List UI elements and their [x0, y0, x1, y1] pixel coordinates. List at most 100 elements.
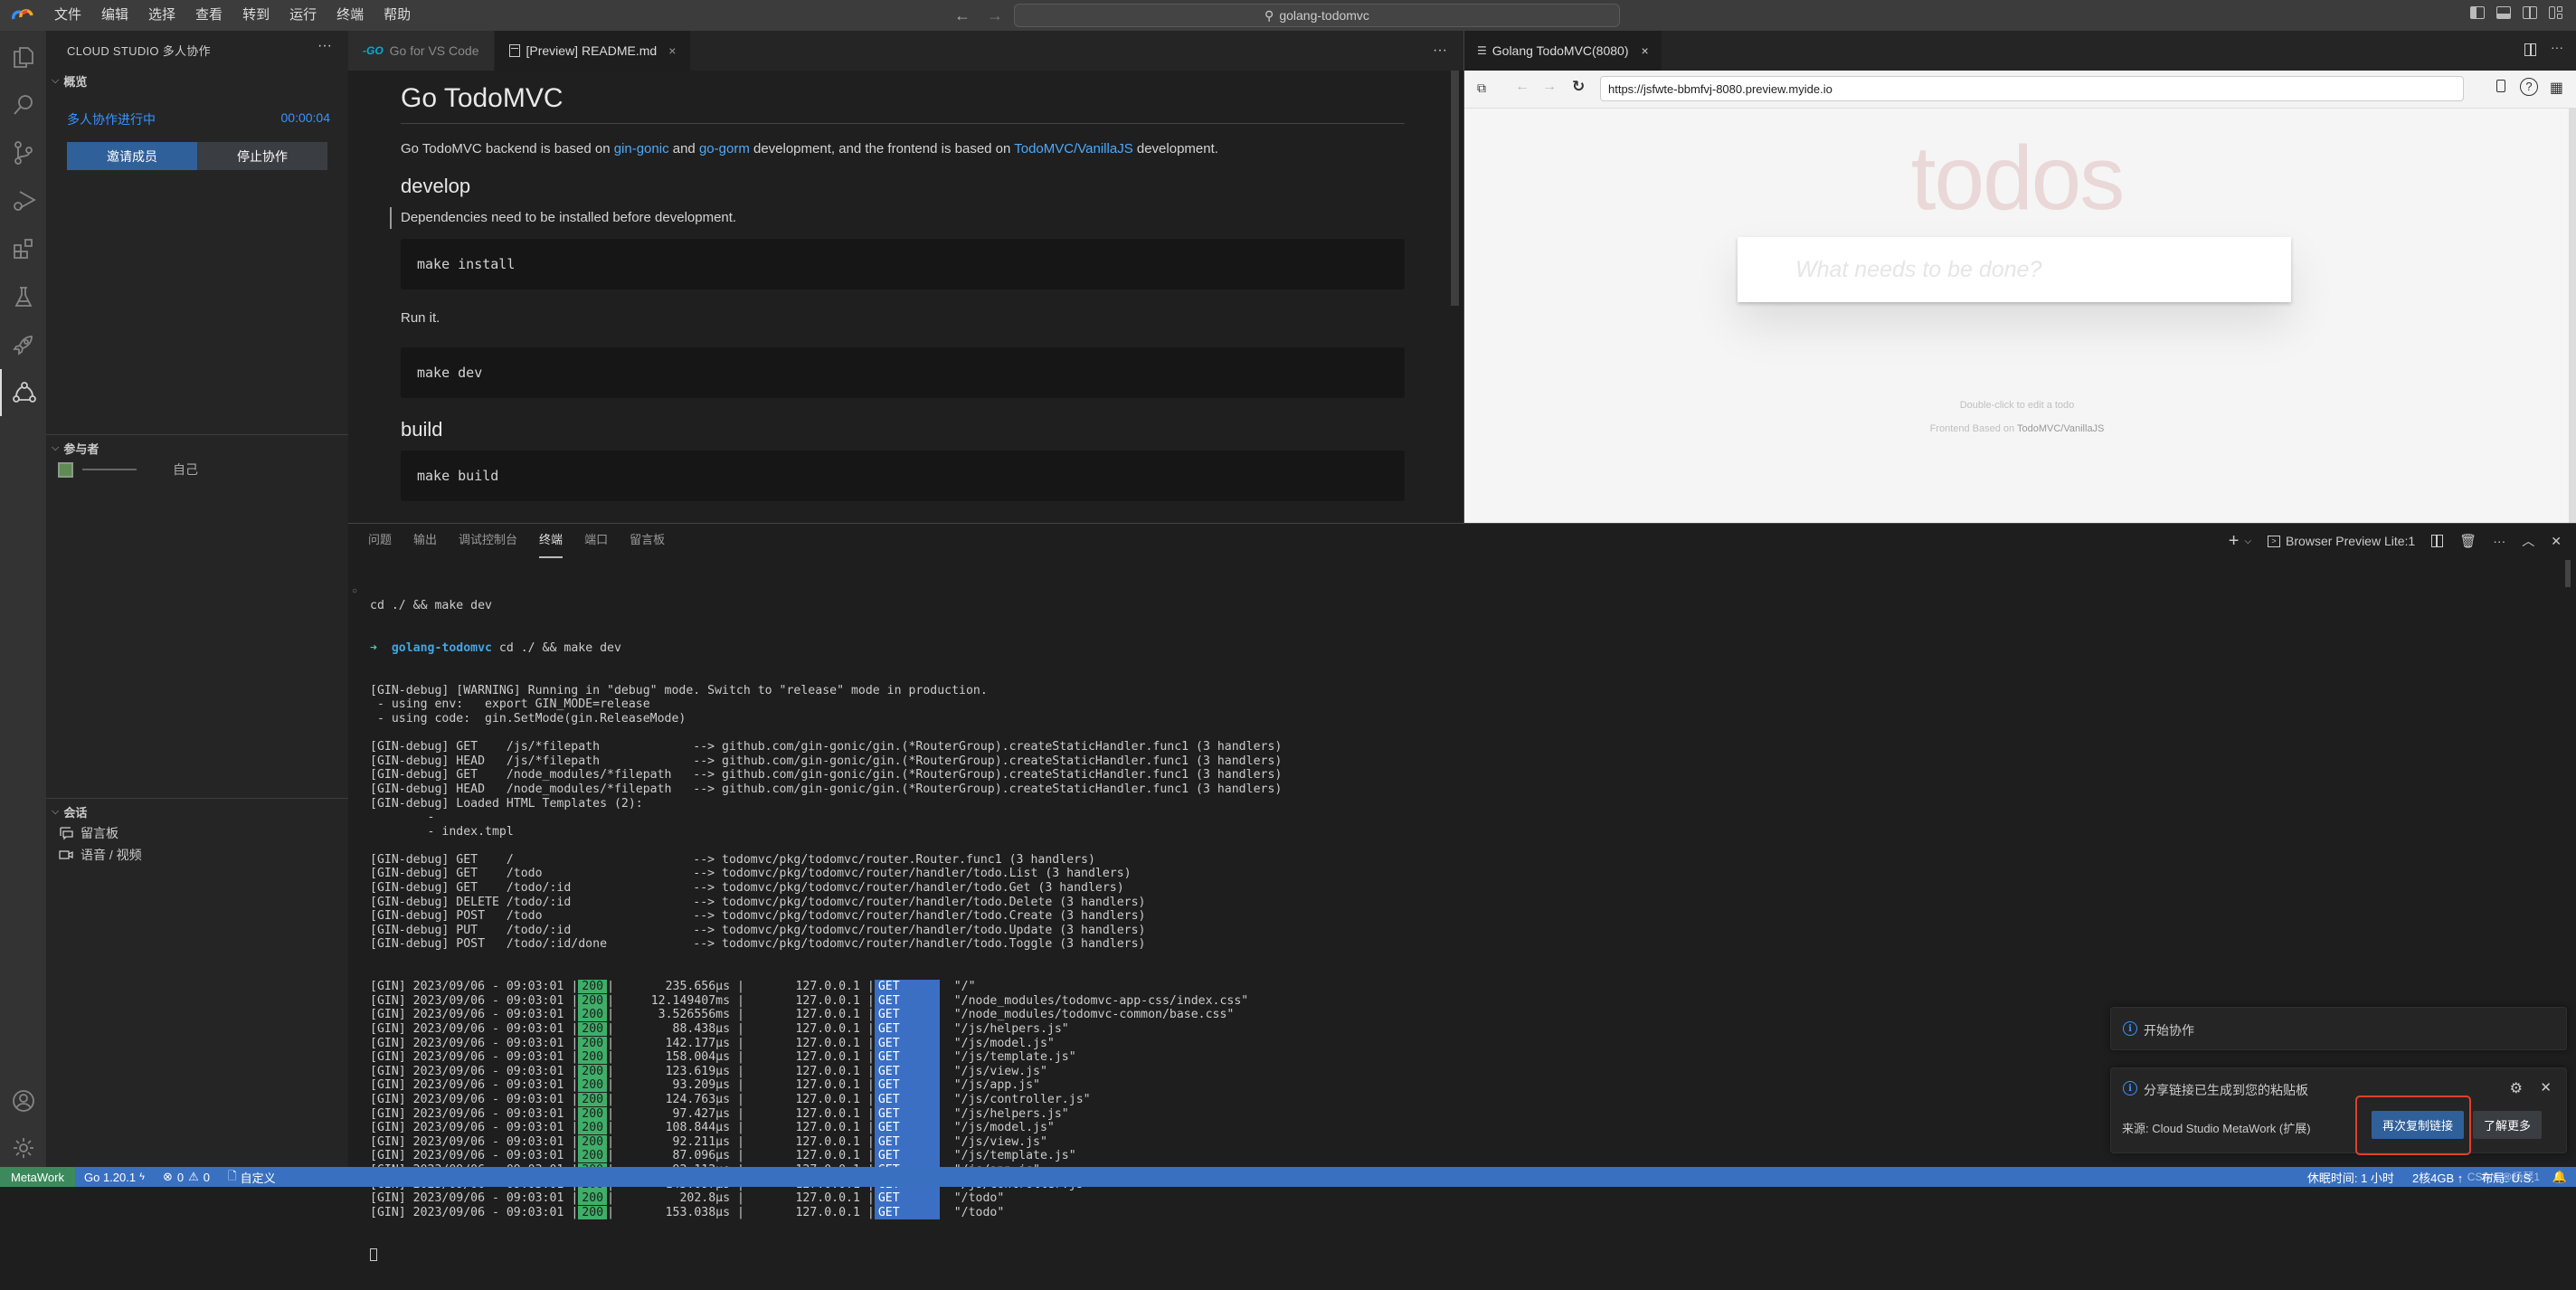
- close-icon[interactable]: ×: [668, 43, 676, 58]
- link-go-gorm[interactable]: go-gorm: [699, 141, 750, 157]
- forward-arrow-icon[interactable]: →: [987, 6, 1003, 25]
- trash-icon[interactable]: 🗑: [2459, 533, 2477, 549]
- tab-readme-preview[interactable]: [Preview] README.md ×: [494, 31, 692, 71]
- http-method-badge: GET: [874, 1106, 940, 1122]
- terminal-request-line: [GIN] 2023/09/06 - 09:03:01 | 200 | 142.177…: [370, 1036, 1055, 1051]
- panel-tab-problems[interactable]: 问题: [368, 524, 392, 558]
- back-icon[interactable]: ←: [1515, 79, 1530, 95]
- customize-layout-icon[interactable]: [2549, 6, 2563, 19]
- device-toggle-icon[interactable]: [2496, 80, 2505, 92]
- source-control-icon[interactable]: [0, 129, 46, 176]
- stop-collab-button[interactable]: 停止协作: [197, 142, 327, 170]
- qr-code-icon[interactable]: ▦: [2550, 79, 2563, 97]
- notification-settings-gear-icon[interactable]: ⚙: [2510, 1079, 2523, 1097]
- menu-help[interactable]: 帮助: [374, 0, 421, 31]
- panel-tab-terminal[interactable]: 终端: [539, 524, 564, 558]
- back-arrow-icon[interactable]: ←: [954, 6, 971, 25]
- menu-go[interactable]: 转到: [233, 0, 280, 31]
- status-code-badge: 200: [578, 1078, 608, 1093]
- toggle-primary-sidebar-icon[interactable]: [2470, 6, 2485, 19]
- new-todo-input[interactable]: What needs to be done?: [1738, 237, 2291, 302]
- explorer-icon[interactable]: [0, 33, 46, 81]
- notifications-bell-icon[interactable]: 🔔: [2543, 1167, 2576, 1187]
- menu-file[interactable]: 文件: [45, 0, 92, 31]
- account-icon[interactable]: [0, 1077, 46, 1124]
- more-actions-icon[interactable]: ···: [2493, 534, 2505, 548]
- chevron-down-icon: ⌵: [52, 806, 60, 817]
- session-item-video[interactable]: 语音 / 视频: [59, 845, 142, 865]
- resources[interactable]: 2核4GB ↑: [2403, 1167, 2472, 1187]
- new-terminal-icon[interactable]: +: [2229, 531, 2240, 552]
- status-code-badge: 200: [578, 1121, 608, 1135]
- problems-indicator[interactable]: ⊗ 0 ⚠ 0: [154, 1167, 219, 1187]
- menu-view[interactable]: 查看: [186, 0, 233, 31]
- footer-link[interactable]: TodoMVC/VanillaJS: [2017, 423, 2104, 434]
- panel-tab-debug-console[interactable]: 调试控制台: [459, 524, 517, 558]
- request-path: "/js/helpers.js": [953, 1106, 1069, 1121]
- run-debug-icon[interactable]: [0, 177, 46, 224]
- split-terminal-icon[interactable]: [2431, 535, 2444, 547]
- help-icon[interactable]: ?: [2520, 78, 2538, 96]
- request-latency: 235.656µs: [665, 980, 731, 994]
- collaboration-icon[interactable]: [0, 369, 46, 416]
- panel-tab-output[interactable]: 输出: [413, 524, 437, 558]
- request-timestamp: 2023/09/06 - 09:03:01: [412, 1022, 564, 1036]
- go-version[interactable]: Go 1.20.1 ϟ: [75, 1167, 154, 1187]
- remote-indicator[interactable]: MetaWork: [0, 1167, 75, 1187]
- menu-run[interactable]: 运行: [280, 0, 327, 31]
- open-external-icon[interactable]: ⧉: [1477, 81, 1486, 96]
- preview-more-actions[interactable]: ···: [2551, 40, 2563, 54]
- section-participants-header[interactable]: ⌵ 参与者: [52, 440, 99, 457]
- deploy-rocket-icon[interactable]: [0, 321, 46, 368]
- settings-gear-icon[interactable]: [0, 1124, 46, 1171]
- sleep-time[interactable]: 休眠时间: 1 小时: [2298, 1167, 2403, 1187]
- participant-item[interactable]: 自己: [58, 460, 334, 479]
- request-timestamp: 2023/09/06 - 09:03:01: [412, 980, 564, 994]
- request-path: "/js/view.js": [953, 1134, 1047, 1149]
- link-todomvc-vanillajs[interactable]: TodoMVC/VanillaJS: [1014, 141, 1132, 157]
- toggle-secondary-sidebar-icon[interactable]: [2523, 6, 2537, 19]
- split-editor-icon[interactable]: [2524, 43, 2536, 56]
- request-latency: 153.038µs: [665, 1205, 731, 1219]
- maximize-panel-icon[interactable]: ︿: [2522, 532, 2534, 550]
- preview-url-input[interactable]: https://jsfwte-bbmfvj-8080.preview.myide…: [1600, 76, 2464, 101]
- tab-golang-todomvc[interactable]: ☰ Golang TodoMVC(8080) ×: [1464, 31, 1662, 71]
- http-method-badge: GET: [874, 1121, 940, 1135]
- menu-selection[interactable]: 选择: [139, 0, 186, 31]
- search-icon[interactable]: [0, 81, 46, 128]
- http-method-badge: GET: [874, 1149, 940, 1163]
- preview-scrollbar[interactable]: [2569, 109, 2576, 523]
- testing-flask-icon[interactable]: [0, 273, 46, 320]
- tab-go-for-vscode[interactable]: -GO Go for VS Code: [348, 31, 495, 71]
- extensions-icon[interactable]: [0, 225, 46, 272]
- invite-members-button[interactable]: 邀请成员: [67, 142, 197, 170]
- custom-indicator[interactable]: 🗋 自定义: [219, 1167, 285, 1187]
- request-timestamp: 2023/09/06 - 09:03:01: [412, 1092, 564, 1106]
- menu-edit[interactable]: 编辑: [92, 0, 139, 31]
- notification-close-icon[interactable]: ✕: [2540, 1079, 2552, 1096]
- learn-more-button[interactable]: 了解更多: [2473, 1111, 2542, 1139]
- panel-tab-board[interactable]: 留言板: [630, 524, 665, 558]
- command-center-search[interactable]: ⚲ golang-todomvc: [1014, 4, 1620, 27]
- editor-more-actions[interactable]: ···: [1416, 31, 1463, 71]
- link-gin-gonic[interactable]: gin-gonic: [614, 141, 669, 157]
- terminal-instance[interactable]: > Browser Preview Lite:1: [2268, 534, 2415, 548]
- close-panel-icon[interactable]: ✕: [2551, 534, 2562, 549]
- markdown-scrollbar[interactable]: [1451, 71, 1459, 306]
- toggle-panel-icon[interactable]: [2496, 6, 2511, 19]
- close-icon[interactable]: ×: [1641, 43, 1648, 58]
- session-item-board[interactable]: 留言板: [59, 823, 118, 843]
- terminal-scrollbar[interactable]: [2565, 560, 2571, 587]
- section-session-header[interactable]: ⌵ 会话: [52, 803, 87, 820]
- terminal-decoration-icon: ○: [352, 586, 358, 596]
- more-actions-icon[interactable]: ···: [317, 38, 332, 54]
- terminal-request-line: [GIN] 2023/09/06 - 09:03:01 | 200 | 3.52655…: [370, 1008, 1235, 1022]
- chevron-down-icon[interactable]: ⌵: [2244, 536, 2251, 546]
- forward-icon[interactable]: →: [1542, 79, 1557, 95]
- menu-terminal[interactable]: 终端: [327, 0, 374, 31]
- section-overview-header[interactable]: ⌵ 概览: [52, 72, 87, 90]
- terminal-line: [GIN-debug] GET /js/*filepath --> github…: [370, 740, 1283, 754]
- http-method-badge: GET: [874, 1134, 940, 1150]
- panel-tab-ports[interactable]: 端口: [584, 524, 608, 558]
- reload-icon[interactable]: ↻: [1572, 78, 1585, 96]
